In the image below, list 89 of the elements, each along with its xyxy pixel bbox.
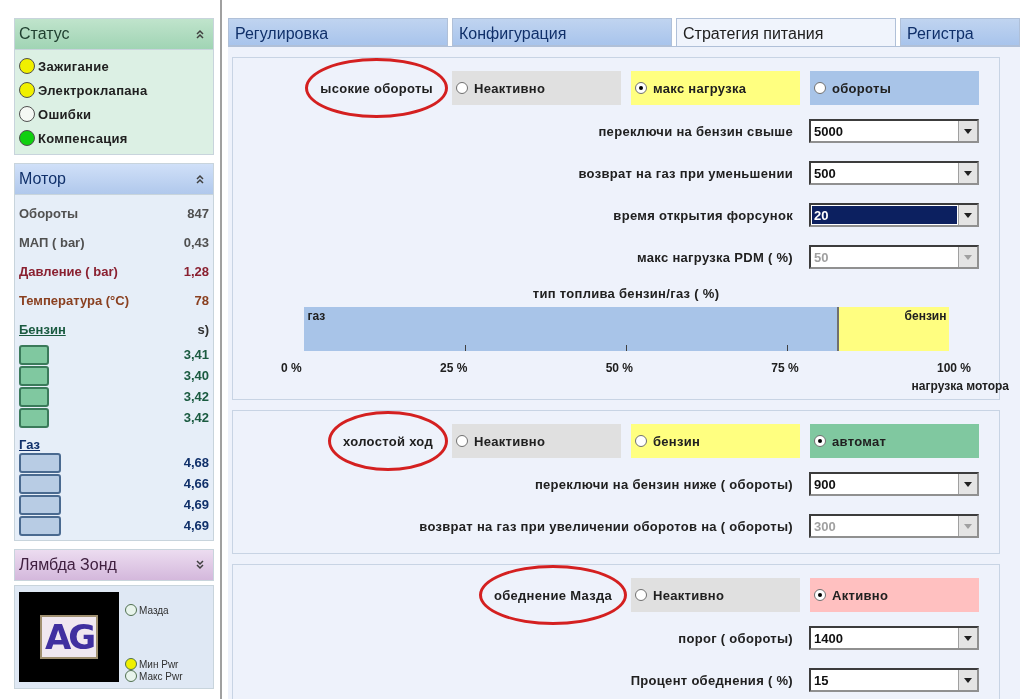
field-label: Процент обеднения ( %) [630, 672, 793, 688]
status-label: Электроклапана [38, 82, 148, 98]
injector-value: 3,40 [183, 368, 209, 383]
lambda-label: Макс Pwr [139, 670, 183, 682]
group-label: обеднение Мазда [493, 588, 612, 603]
injector-value: 3,42 [183, 389, 209, 404]
injector-indicator [19, 452, 61, 473]
injector-value: 4,68 [183, 455, 209, 470]
dropdown[interactable]: 900 [809, 472, 979, 496]
motor-value: 1,28 [183, 264, 209, 279]
caret-icon [964, 635, 972, 641]
lambda-label: Мазда [139, 604, 169, 616]
group-label: ысокие обороты [320, 81, 433, 96]
panel-title: Мотор [19, 170, 66, 188]
dropdown[interactable]: 1400 [809, 626, 979, 650]
caret-icon [964, 677, 972, 683]
lambda-label: Мин Pwr [139, 658, 179, 670]
field-label: порог ( обороты) [678, 630, 793, 646]
injector-indicator [19, 515, 61, 536]
radio-option[interactable]: автомат [810, 424, 979, 458]
field-label: переключи на бензин ниже ( обороты) [534, 476, 793, 492]
field-label: переключи на бензин свыше [598, 123, 793, 139]
radio-option[interactable]: макс нагрузка [631, 71, 800, 105]
tab[interactable]: Регулировка [228, 18, 448, 46]
tick-label: 50 % [605, 361, 633, 375]
petrol-label: бензин [904, 309, 947, 323]
field-label: макс нагрузка PDM ( %) [637, 249, 793, 265]
gas-link[interactable]: Газ [19, 437, 41, 452]
motor-value: 78 [194, 293, 209, 308]
motor-value: 847 [187, 206, 209, 221]
injector-value: 4,69 [183, 518, 209, 533]
motor-panel-header[interactable]: Мотор [14, 163, 214, 195]
injector-value: 3,41 [183, 347, 209, 362]
lambda-panel-header[interactable]: Лямбда Зонд [14, 549, 214, 581]
motor-label: МАП ( bar) [19, 235, 85, 250]
field-label: возврат на газ при уменьшении [578, 165, 793, 181]
dropdown[interactable]: 20 [809, 203, 979, 227]
tick-label: 75 % [771, 361, 799, 375]
status-label: Компенсация [38, 130, 128, 146]
panel-title: Лямбда Зонд [19, 556, 117, 574]
injector-indicator [19, 494, 61, 515]
logo: AG [39, 615, 99, 659]
injector-value: 4,69 [183, 497, 209, 512]
caret-icon [964, 212, 972, 218]
motor-label: Давление ( bar) [19, 264, 118, 279]
radio-option[interactable]: Неактивно [452, 424, 621, 458]
caret-icon [964, 481, 972, 487]
gas-label: газ [307, 309, 326, 323]
injector-indicator [19, 407, 49, 428]
injector-indicator [19, 365, 49, 386]
tab[interactable]: Конфигурация [452, 18, 672, 46]
injector-value: 3,42 [183, 410, 209, 425]
unit-label: s) [197, 322, 209, 337]
radio-option[interactable]: бензин [631, 424, 800, 458]
field-label: возврат на газ при увеличении оборотов на ( обороты) [419, 518, 793, 534]
status-label: Зажигание [38, 58, 109, 74]
collapse-icon[interactable] [195, 29, 205, 39]
radio-option[interactable]: Активно [810, 578, 979, 612]
injector-indicator [19, 386, 49, 407]
motor-label: Температура (°C) [19, 293, 129, 308]
expand-icon[interactable] [195, 560, 205, 570]
tick-label: 25 % [440, 361, 468, 375]
field-label: время открытия форсунок [613, 207, 793, 223]
caret-icon [964, 254, 972, 260]
status-panel-header[interactable]: Статус [14, 18, 214, 50]
dropdown[interactable]: 15 [809, 668, 979, 692]
group-label: холостой ход [343, 434, 433, 449]
radio-option[interactable]: обороты [810, 71, 979, 105]
injector-indicator [19, 473, 61, 494]
injector-indicator [19, 344, 49, 365]
caret-icon [964, 523, 972, 529]
motor-value: 0,43 [183, 235, 209, 250]
panel-title: Статус [19, 25, 70, 43]
motor-label: Обороты [19, 206, 79, 221]
dropdown[interactable]: 500 [809, 161, 979, 185]
chart-title: тип топлива бензин/газ ( %) [532, 286, 720, 301]
injector-value: 4,66 [183, 476, 209, 491]
tick-label: 0 % [281, 361, 302, 375]
caret-icon [964, 170, 972, 176]
radio-option[interactable]: Неактивно [631, 578, 800, 612]
tick-label: 100 % [936, 361, 971, 375]
collapse-icon[interactable] [195, 174, 205, 184]
dropdown[interactable]: 5000 [809, 119, 979, 143]
axis-label: нагрузка мотора [911, 379, 1009, 393]
status-label: Ошибки [38, 106, 92, 122]
radio-option[interactable]: Неактивно [452, 71, 621, 105]
caret-icon [964, 128, 972, 134]
tab[interactable]: Регистра [900, 18, 1020, 46]
petrol-link[interactable]: Бензин [19, 322, 66, 337]
